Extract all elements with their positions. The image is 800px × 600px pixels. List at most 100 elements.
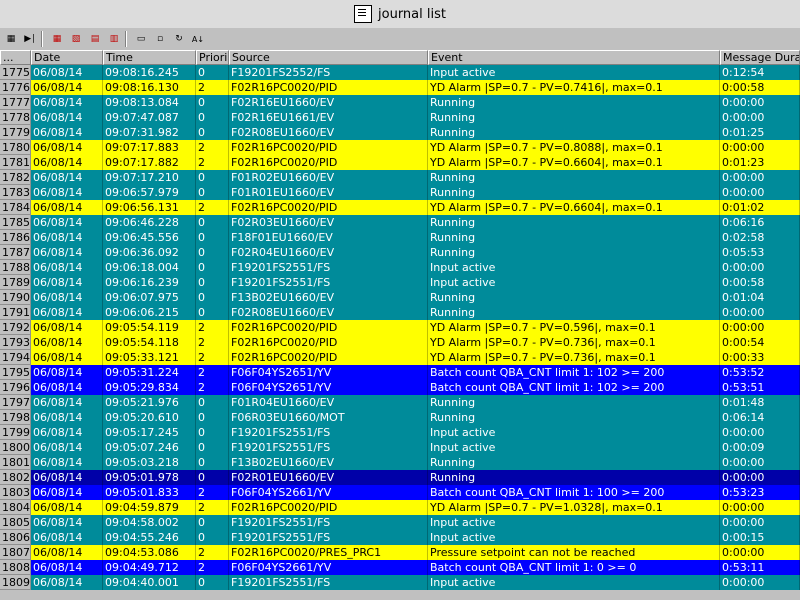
column-header-duration[interactable]: Message Durat (720, 50, 800, 65)
table-row[interactable]: 1786 06/08/14 09:06:45.556 0 F18F01EU1660/EV… (0, 230, 800, 245)
toolbar-separator (41, 31, 43, 47)
cell-duration: 0:00:00 (720, 170, 800, 185)
table-row[interactable]: 1803 06/08/14 09:05:01.833 2 F06F04YS2661/YV… (0, 485, 800, 500)
cell-date: 06/08/14 (31, 230, 103, 245)
table-row[interactable]: 1795 06/08/14 09:05:31.224 2 F06F04YS2651/YV… (0, 365, 800, 380)
row-index: 1803 (0, 485, 31, 500)
cell-time: 09:05:54.119 (103, 320, 196, 335)
cell-time: 09:06:45.556 (103, 230, 196, 245)
cell-duration: 0:53:51 (720, 380, 800, 395)
cell-date: 06/08/14 (31, 485, 103, 500)
cell-source: F06F04YS2661/YV (229, 560, 428, 575)
table-row[interactable]: 1778 06/08/14 09:07:47.087 0 F02R16EU1661/EV… (0, 110, 800, 125)
cell-event: Input active (428, 575, 720, 590)
cell-duration: 0:01:04 (720, 290, 800, 305)
table-row[interactable]: 1791 06/08/14 09:06:06.215 0 F02R08EU1660/EV… (0, 305, 800, 320)
table-row[interactable]: 1784 06/08/14 09:06:56.131 2 F02R16PC0020/PI… (0, 200, 800, 215)
table-row[interactable]: 1780 06/08/14 09:07:17.883 2 F02R16PC0020/PI… (0, 140, 800, 155)
row-index: 1791 (0, 305, 31, 320)
table-row[interactable]: 1782 06/08/14 09:07:17.210 0 F01R02EU1660/EV… (0, 170, 800, 185)
table-row[interactable]: 1802 06/08/14 09:05:01.978 0 F02R01EU1660/EV… (0, 470, 800, 485)
cell-priority: 0 (196, 110, 229, 125)
cell-duration: 0:00:09 (720, 440, 800, 455)
table-row[interactable]: 1796 06/08/14 09:05:29.834 2 F06F04YS2651/YV… (0, 380, 800, 395)
cell-time: 09:05:21.976 (103, 395, 196, 410)
cell-priority: 2 (196, 485, 229, 500)
cell-time: 09:05:31.224 (103, 365, 196, 380)
cell-priority: 2 (196, 155, 229, 170)
table-row[interactable]: 1801 06/08/14 09:05:03.218 0 F13B02EU1660/EV… (0, 455, 800, 470)
toolbar-separator (125, 31, 127, 47)
table-row[interactable]: 1789 06/08/14 09:06:16.239 0 F19201FS2551/FS… (0, 275, 800, 290)
table-row[interactable]: 1805 06/08/14 09:04:58.002 0 F19201FS2551/FS… (0, 515, 800, 530)
print-preview-icon[interactable]: ▫ (152, 32, 168, 46)
toolbar: ▦ ▶∣ ▦ ▧ ▤ ▥ ▭ ▫ ↻ A↓ (0, 28, 800, 51)
cell-source: F19201FS2551/FS (229, 440, 428, 455)
cell-priority: 2 (196, 200, 229, 215)
table-row[interactable]: 1807 06/08/14 09:04:53.086 2 F02R16PC0020/PR… (0, 545, 800, 560)
print-icon[interactable]: ▭ (133, 32, 149, 46)
column-header-priority[interactable]: Priori (196, 50, 229, 65)
table-row[interactable]: 1775 06/08/14 09:08:16.245 0 F19201FS2552/FS… (0, 65, 800, 80)
table-row[interactable]: 1777 06/08/14 09:08:13.084 0 F02R16EU1660/EV… (0, 95, 800, 110)
table-row[interactable]: 1785 06/08/14 09:06:46.228 0 F02R03EU1660/EV… (0, 215, 800, 230)
first-page-icon[interactable]: ▶∣ (22, 32, 38, 46)
table-row[interactable]: 1787 06/08/14 09:06:36.092 0 F02R04EU1660/EV… (0, 245, 800, 260)
cell-priority: 0 (196, 260, 229, 275)
column-header-time[interactable]: Time (103, 50, 196, 65)
table-row[interactable]: 1781 06/08/14 09:07:17.882 2 F02R16PC0020/PI… (0, 155, 800, 170)
column-header-date[interactable]: Date (31, 50, 103, 65)
cell-time: 09:07:31.982 (103, 125, 196, 140)
row-index: 1790 (0, 290, 31, 305)
cell-time: 09:06:07.975 (103, 290, 196, 305)
cell-priority: 0 (196, 275, 229, 290)
table-row[interactable]: 1798 06/08/14 09:05:20.610 0 F06R03EU1660/MO… (0, 410, 800, 425)
cell-date: 06/08/14 (31, 110, 103, 125)
table-row[interactable]: 1783 06/08/14 09:06:57.979 0 F01R01EU1660/EV… (0, 185, 800, 200)
table-row[interactable]: 1794 06/08/14 09:05:33.121 2 F02R16PC0020/PI… (0, 350, 800, 365)
filter-edit-icon[interactable]: ▤ (87, 32, 103, 46)
cell-event: Pressure setpoint can not be reached (428, 545, 720, 560)
table-row[interactable]: 1788 06/08/14 09:06:18.004 0 F19201FS2551/FS… (0, 260, 800, 275)
column-header-source[interactable]: Source (229, 50, 428, 65)
cell-priority: 2 (196, 140, 229, 155)
cell-duration: 0:00:00 (720, 455, 800, 470)
cell-priority: 2 (196, 545, 229, 560)
column-config-icon[interactable]: ▦ (3, 32, 19, 46)
filter-add-icon[interactable]: ▦ (49, 32, 65, 46)
cell-source: F06R03EU1660/MOT (229, 410, 428, 425)
table-row[interactable]: 1804 06/08/14 09:04:59.879 2 F02R16PC0020/PI… (0, 500, 800, 515)
table-row[interactable]: 1809 06/08/14 09:04:40.001 0 F19201FS2551/FS… (0, 575, 800, 590)
table-row[interactable]: 1779 06/08/14 09:07:31.982 0 F02R08EU1660/EV… (0, 125, 800, 140)
cell-duration: 0:53:52 (720, 365, 800, 380)
table-row[interactable]: 1793 06/08/14 09:05:54.118 2 F02R16PC0020/PI… (0, 335, 800, 350)
table-row[interactable]: 1808 06/08/14 09:04:49.712 2 F06F04YS2661/YV… (0, 560, 800, 575)
cell-duration: 0:00:00 (720, 305, 800, 320)
cell-event: Running (428, 170, 720, 185)
filter-remove-icon[interactable]: ▧ (68, 32, 84, 46)
cell-priority: 0 (196, 470, 229, 485)
cell-time: 09:04:53.086 (103, 545, 196, 560)
refresh-icon[interactable]: ↻ (171, 32, 187, 46)
cell-duration: 0:00:00 (720, 260, 800, 275)
cell-event: Running (428, 245, 720, 260)
journal-table-body: 1775 06/08/14 09:08:16.245 0 F19201FS2552/FS… (0, 65, 800, 600)
filter-clear-icon[interactable]: ▥ (106, 32, 122, 46)
cell-priority: 2 (196, 350, 229, 365)
cell-time: 09:08:13.084 (103, 95, 196, 110)
table-row[interactable]: 1797 06/08/14 09:05:21.976 0 F01R04EU1660/EV… (0, 395, 800, 410)
row-index: 1798 (0, 410, 31, 425)
table-row[interactable]: 1799 06/08/14 09:05:17.245 0 F19201FS2551/FS… (0, 425, 800, 440)
table-row[interactable]: 1806 06/08/14 09:04:55.246 0 F19201FS2551/FS… (0, 530, 800, 545)
table-row[interactable]: 1776 06/08/14 09:08:16.130 2 F02R16PC0020/PI… (0, 80, 800, 95)
table-row[interactable]: 1800 06/08/14 09:05:07.246 0 F19201FS2551/FS… (0, 440, 800, 455)
column-header-event[interactable]: Event (428, 50, 720, 65)
row-index: 1801 (0, 455, 31, 470)
sort-az-icon[interactable]: A↓ (190, 32, 206, 46)
cell-event: YD Alarm |SP=0.7 - PV=1.0328|, max=0.1 (428, 500, 720, 515)
row-index: 1805 (0, 515, 31, 530)
column-header-index[interactable]: ... (0, 50, 31, 65)
table-row[interactable]: 1790 06/08/14 09:06:07.975 0 F13B02EU1660/EV… (0, 290, 800, 305)
table-row[interactable]: 1792 06/08/14 09:05:54.119 2 F02R16PC0020/PI… (0, 320, 800, 335)
cell-source: F02R08EU1660/EV (229, 125, 428, 140)
